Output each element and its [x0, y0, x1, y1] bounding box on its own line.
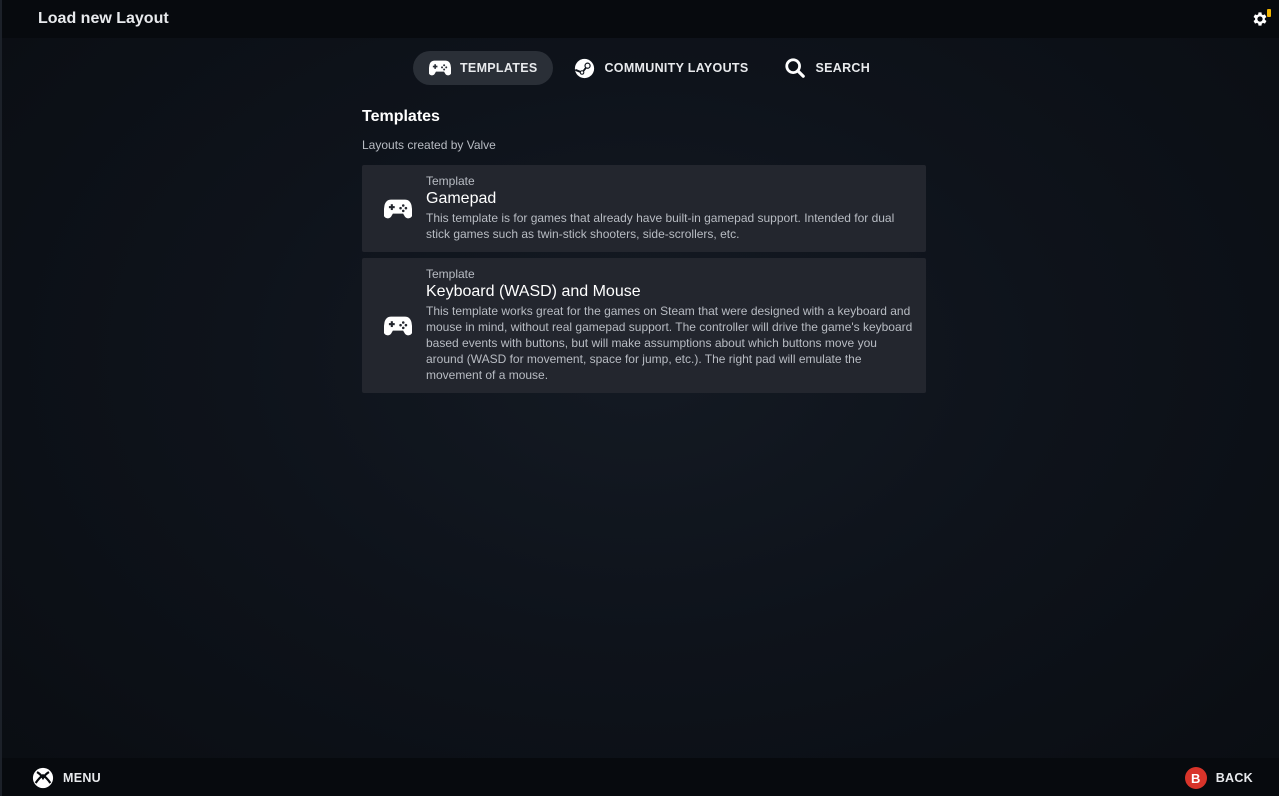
gamepad-icon	[429, 57, 451, 79]
template-card-keyboard-mouse[interactable]: Template Keyboard (WASD) and Mouse This …	[362, 258, 926, 393]
tab-templates-label: TEMPLATES	[460, 61, 538, 75]
tab-bar: TEMPLATES COMMUNITY LAYOUTS SEARCH	[413, 51, 890, 85]
back-label: BACK	[1215, 771, 1253, 785]
template-description: This template works great for the games …	[426, 304, 913, 382]
section-subtitle: Layouts created by Valve	[362, 138, 496, 152]
tab-search[interactable]: SEARCH	[768, 51, 886, 85]
xbox-icon	[32, 767, 54, 789]
template-list: Template Gamepad This template is for ga…	[362, 165, 926, 393]
window-title: Load new Layout	[38, 10, 169, 27]
section-title: Templates	[362, 108, 440, 125]
b-button-icon: B	[1184, 767, 1207, 789]
menu-button[interactable]: MENU	[32, 767, 101, 789]
footer-bar: MENU B BACK	[2, 758, 1279, 796]
templates-section: Templates Layouts created by Valve Templ…	[362, 108, 926, 399]
settings-button[interactable]	[1251, 9, 1271, 29]
gamepad-icon	[384, 316, 412, 335]
header-bar: Load new Layout	[2, 0, 1279, 38]
notification-dot	[1267, 9, 1271, 17]
template-description: This template is for games that already …	[426, 211, 895, 241]
tab-community-layouts-label: COMMUNITY LAYOUTS	[604, 61, 749, 75]
template-name: Gamepad	[426, 190, 497, 207]
template-name: Keyboard (WASD) and Mouse	[426, 283, 641, 300]
gamepad-icon	[384, 199, 412, 218]
template-kind: Template	[426, 267, 475, 281]
template-kind: Template	[426, 174, 475, 188]
steam-icon	[573, 57, 595, 79]
menu-label: MENU	[63, 771, 102, 785]
load-layout-screen: Load new Layout TEMPLATES COMMUNITY LAYO…	[0, 0, 1279, 796]
tab-templates[interactable]: TEMPLATES	[413, 51, 554, 85]
back-button[interactable]: B BACK	[1184, 767, 1253, 789]
search-icon	[784, 57, 806, 79]
tab-search-label: SEARCH	[815, 61, 871, 75]
tab-community-layouts[interactable]: COMMUNITY LAYOUTS	[557, 51, 764, 85]
template-card-gamepad[interactable]: Template Gamepad This template is for ga…	[362, 165, 926, 252]
